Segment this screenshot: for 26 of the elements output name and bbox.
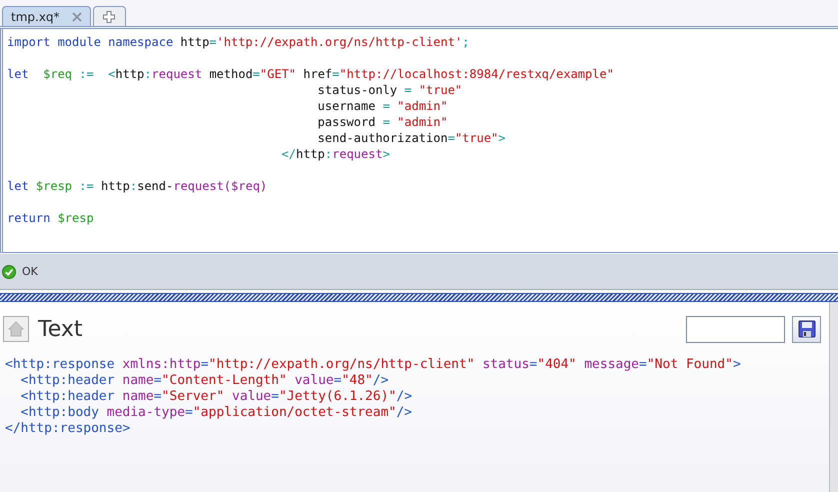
code-line: status-only = "true" (316, 82, 462, 98)
status-message: OK (22, 265, 38, 278)
output-line: </http:response> (5, 421, 130, 437)
code-line: username = "admin" (316, 98, 448, 114)
code-line: let $req := <http:request method="GET" href="http://localhost:8984/restxq/example" (7, 66, 614, 82)
scrollbar[interactable] (829, 302, 838, 492)
code-line: import module namespace http='http://expath.org/ns/http-client'; (7, 34, 470, 50)
code-line: let $resp := http:send-request($req) (7, 178, 268, 194)
close-icon (72, 12, 82, 22)
splitter[interactable] (0, 293, 838, 302)
code-line: password = "admin" (316, 114, 448, 130)
output-line: <http:header name="Server" value="Jetty(6.1.26)"/> (20, 389, 412, 405)
code-line: return $resp (7, 210, 94, 226)
code-line: </http:request> (280, 146, 390, 162)
plus-icon (103, 10, 116, 22)
panel-title: Text (38, 316, 82, 342)
file-tab[interactable]: tmp.xq* (2, 6, 91, 26)
search-field[interactable] (686, 316, 785, 342)
new-tab-button[interactable] (92, 6, 126, 26)
home-icon (7, 320, 25, 338)
output-line: <http:body media-type="application/octet-stream"/> (20, 405, 412, 421)
output-line: <http:response xmlns:http="http://expath.org/ns/http-client" status="404" message="Not Found"> (5, 357, 741, 373)
home-button[interactable] (3, 316, 29, 342)
output-line: <http:header name="Content-Length" value="48"/> (20, 373, 389, 389)
code-line: send-authorization="true"> (316, 130, 506, 146)
save-button[interactable] (792, 316, 821, 342)
